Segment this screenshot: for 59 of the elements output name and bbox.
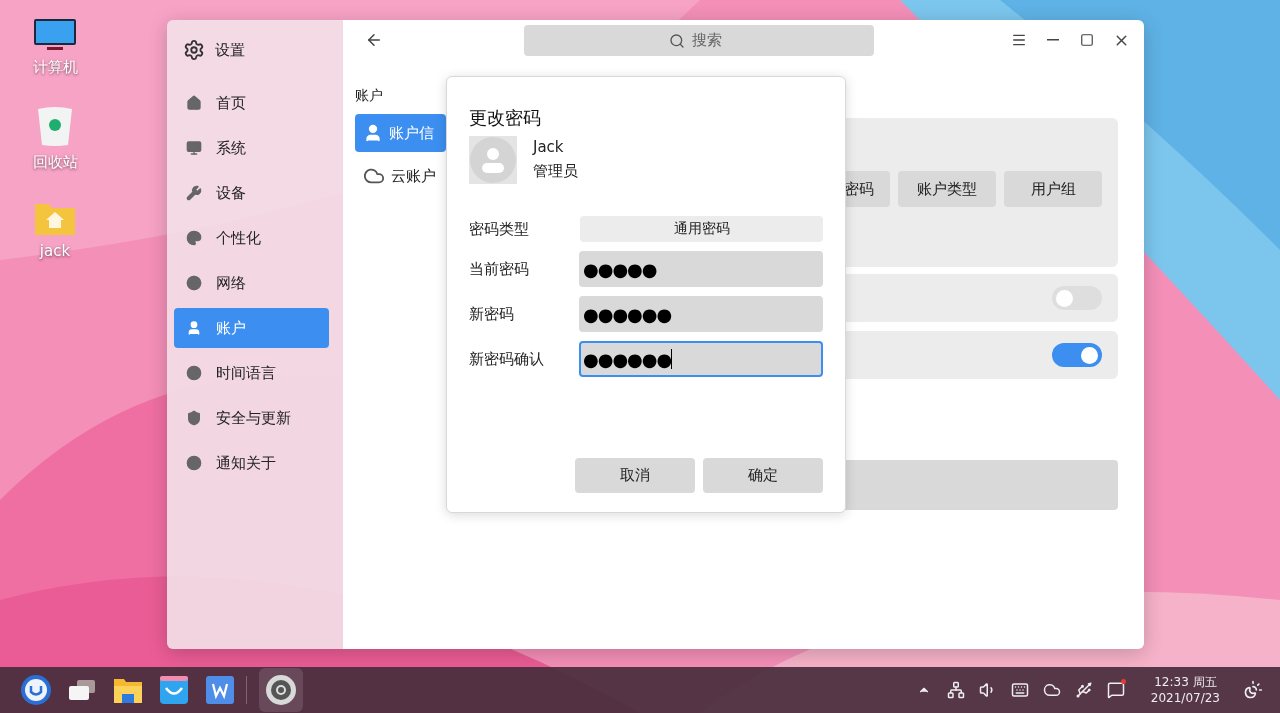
clock[interactable]: 12:33 周五 2021/07/23 <box>1150 674 1220 706</box>
user-name: Jack <box>533 138 565 156</box>
sidebar-item[interactable]: 安全与更新 <box>174 398 329 438</box>
field-label: 新密码确认 <box>469 349 545 369</box>
sidebar-item[interactable]: 设备 <box>174 173 329 213</box>
cloud-icon <box>1042 681 1061 699</box>
night-mode-button[interactable] <box>1242 679 1264 701</box>
sidebar-item[interactable]: 首页 <box>174 83 329 123</box>
toggle-switch[interactable] <box>1052 343 1102 367</box>
avatar <box>470 137 516 183</box>
folder-icon <box>113 676 143 704</box>
keyboard-icon <box>1010 681 1029 699</box>
minimize-icon <box>1047 39 1059 41</box>
message-icon <box>1106 681 1125 699</box>
wrench-icon <box>186 185 202 201</box>
dialog-title: 更改密码 <box>469 106 542 130</box>
settings-icon <box>265 674 297 706</box>
dialog-button[interactable]: 取消 <box>575 458 695 493</box>
gear-icon <box>183 39 205 61</box>
password-field[interactable]: ●●●●●● <box>579 341 823 377</box>
sidebar-item[interactable]: 时间语言 <box>174 353 329 393</box>
sidebar-item[interactable]: 系统 <box>174 128 329 168</box>
shopping-bag-icon <box>159 675 189 705</box>
shield-icon <box>186 410 202 426</box>
sidebar-item[interactable]: 个性化 <box>174 218 329 258</box>
password-type-select[interactable]: 通用密码 <box>580 216 823 242</box>
sidebar-item[interactable]: 通知关于 <box>174 443 329 483</box>
dialog-button[interactable]: 确定 <box>703 458 823 493</box>
field-label: 新密码 <box>469 304 515 324</box>
account-button[interactable]: 用户组 <box>1004 171 1102 207</box>
menu-icon <box>1011 32 1027 48</box>
sidebar-item[interactable]: 网络 <box>174 263 329 303</box>
password-field[interactable]: ●●●●●● <box>579 296 823 332</box>
account-button[interactable]: 账户类型 <box>898 171 996 207</box>
user-role: 管理员 <box>533 162 578 181</box>
search-icon <box>669 32 685 49</box>
window-title: 设置 <box>215 40 245 60</box>
house-icon <box>186 95 202 111</box>
user-icon <box>363 123 383 143</box>
search-field[interactable]: 搜索 <box>524 24 874 56</box>
section-title: 账户 <box>355 87 384 105</box>
document-app-icon <box>206 676 234 704</box>
monitor-icon <box>186 140 202 156</box>
field-label: 密码类型 <box>469 219 530 239</box>
password-field[interactable]: ●●●●● <box>579 251 823 287</box>
usb-icon <box>1074 681 1093 699</box>
toggle-switch[interactable] <box>1052 286 1102 310</box>
trash-icon <box>36 105 74 147</box>
user-icon <box>186 320 202 336</box>
launcher-icon <box>20 674 52 706</box>
windows-icon <box>67 678 97 702</box>
field-label: 当前密码 <box>469 259 530 279</box>
taskbar-app[interactable] <box>259 668 303 712</box>
account-tab[interactable]: 云账户 <box>355 157 446 195</box>
text-cursor <box>670 349 672 369</box>
notification-dot <box>1120 679 1126 684</box>
maximize-icon <box>1080 33 1094 47</box>
monitor-icon <box>33 18 77 52</box>
network-icon <box>946 681 965 699</box>
